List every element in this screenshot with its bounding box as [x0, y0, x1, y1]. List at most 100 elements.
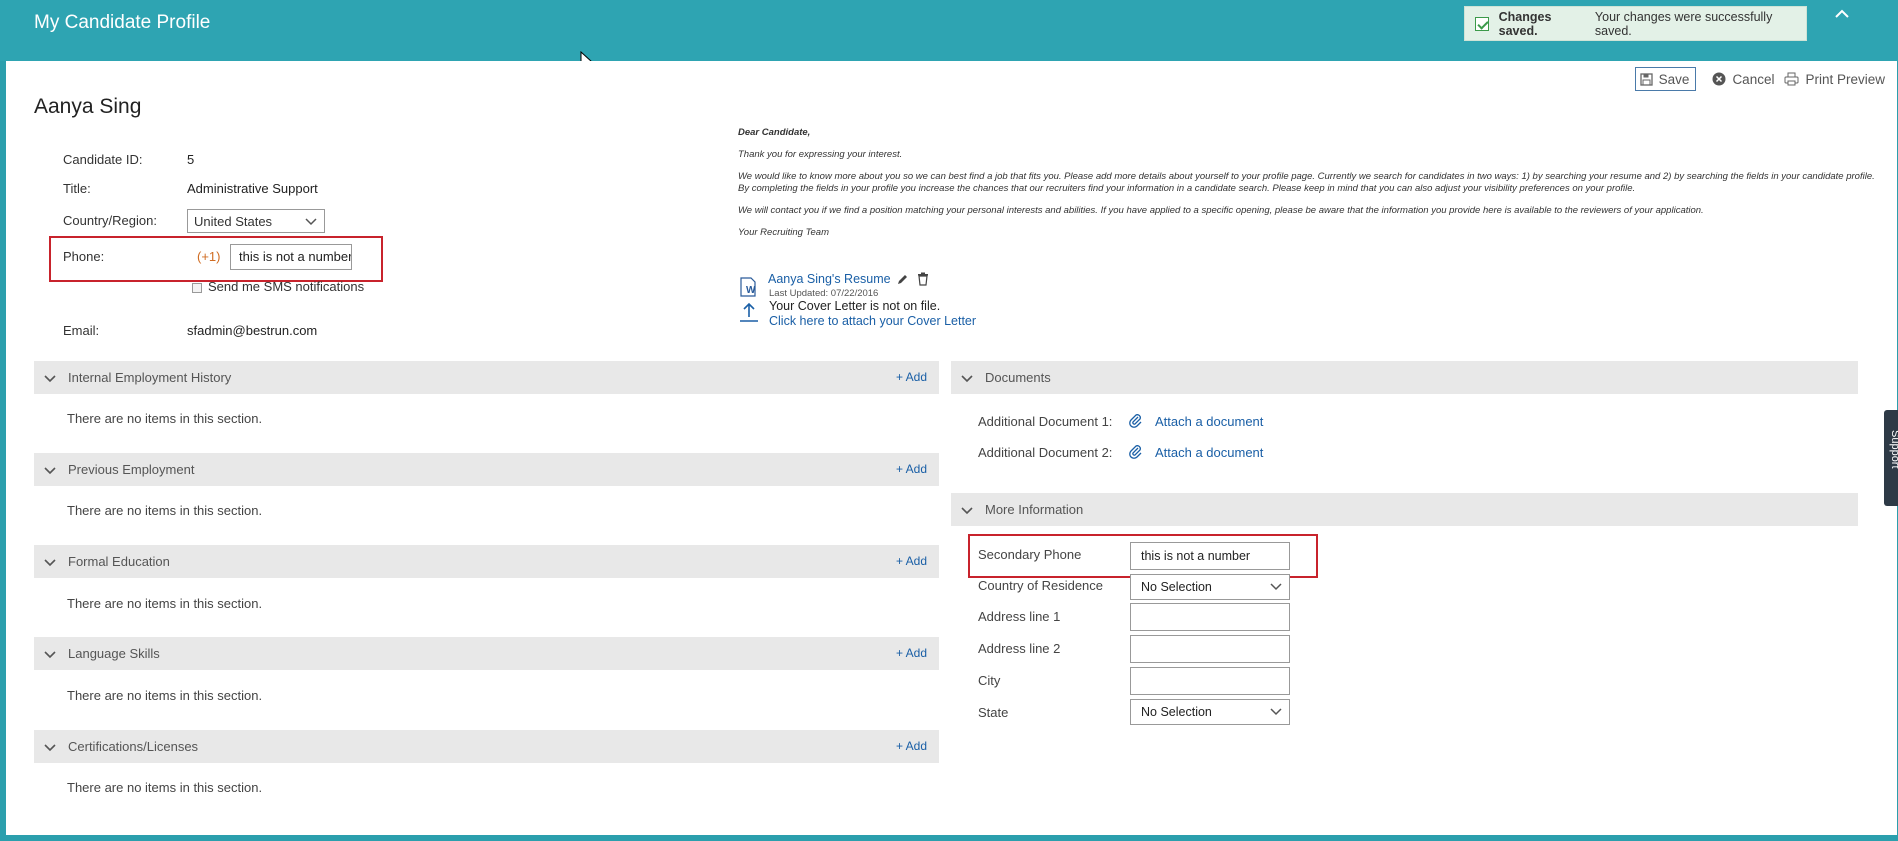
- success-toast: Changes saved. Your changes were success…: [1464, 6, 1807, 41]
- toast-text: Your changes were successfully saved.: [1594, 9, 1773, 38]
- upload-icon: [740, 302, 758, 322]
- section-title: Formal Education: [68, 554, 170, 569]
- title-label: Title:: [63, 181, 91, 196]
- country-label: Country/Region:: [63, 213, 157, 228]
- section-previous-employment-header[interactable]: Previous Employment + Add: [34, 453, 939, 486]
- checkbox-checked-icon: [1475, 16, 1489, 31]
- action-toolbar: Save Cancel Print Preview: [1634, 67, 1885, 91]
- chevron-down-icon: [961, 506, 973, 514]
- print-preview-label: Print Preview: [1805, 71, 1885, 87]
- attach-cover-letter-link[interactable]: Click here to attach your Cover Letter: [769, 314, 976, 328]
- chevron-up-icon[interactable]: [1832, 4, 1852, 24]
- candidate-id-value: 5: [187, 152, 195, 167]
- address-line-2-label: Address line 2: [978, 641, 1061, 656]
- chevron-down-icon: [44, 374, 56, 382]
- empty-message: There are no items in this section.: [67, 780, 263, 795]
- close-circle-icon: [1712, 72, 1726, 86]
- word-document-icon: W: [740, 277, 756, 297]
- save-label: Save: [1658, 71, 1690, 87]
- chevron-down-icon: [44, 466, 56, 474]
- city-input[interactable]: [1130, 667, 1290, 695]
- paperclip-icon: [1129, 414, 1142, 428]
- page-title: My Candidate Profile: [34, 12, 211, 33]
- support-label: Support: [1889, 430, 1898, 469]
- section-formal-education-header[interactable]: Formal Education + Add: [34, 545, 939, 578]
- save-button[interactable]: Save: [1634, 67, 1697, 91]
- email-value: sfadmin@bestrun.com: [187, 323, 318, 338]
- phone-country-code: (+1): [197, 249, 221, 264]
- candidate-id-label: Candidate ID:: [63, 152, 143, 167]
- chevron-down-icon: [44, 558, 56, 566]
- phone-label: Phone:: [63, 249, 105, 264]
- welcome-letter: Dear Candidate, Thank you for expressing…: [738, 127, 1888, 239]
- section-internal-employment-header[interactable]: Internal Employment History + Add: [34, 361, 939, 394]
- chevron-down-icon: [44, 650, 56, 658]
- section-certifications-header[interactable]: Certifications/Licenses + Add: [34, 730, 939, 763]
- add-certifications-button[interactable]: + Add: [896, 739, 927, 753]
- additional-document-1-label: Additional Document 1:: [978, 414, 1113, 429]
- paperclip-icon: [1129, 445, 1142, 459]
- section-title: Previous Employment: [68, 462, 195, 477]
- empty-message: There are no items in this section.: [67, 411, 263, 426]
- toast-bold-text: Changes saved.: [1498, 9, 1552, 38]
- country-of-residence-value: No Selection: [1141, 580, 1212, 594]
- state-value: No Selection: [1141, 705, 1212, 719]
- cancel-label: Cancel: [1732, 71, 1775, 87]
- section-title: More Information: [985, 502, 1084, 517]
- country-of-residence-select[interactable]: No Selection: [1130, 574, 1290, 600]
- print-preview-button[interactable]: Print Preview: [1784, 72, 1885, 87]
- country-value: United States: [194, 214, 273, 229]
- phone-input[interactable]: this is not a number: [230, 244, 352, 270]
- letter-greeting: Dear Candidate,: [738, 127, 811, 138]
- email-label: Email:: [63, 323, 100, 338]
- address-line-2-input[interactable]: [1130, 635, 1290, 663]
- attach-document-1-link[interactable]: Attach a document: [1155, 414, 1263, 429]
- secondary-phone-label: Secondary Phone: [978, 547, 1082, 562]
- city-label: City: [978, 673, 1001, 688]
- letter-paragraph-3: We will contact you if we find a positio…: [738, 205, 1704, 216]
- empty-message: There are no items in this section.: [67, 503, 263, 518]
- cancel-button[interactable]: Cancel: [1712, 72, 1774, 87]
- section-title: Language Skills: [68, 646, 160, 661]
- attach-document-2-link[interactable]: Attach a document: [1155, 445, 1263, 460]
- chevron-down-icon: [44, 743, 56, 751]
- section-language-skills-header[interactable]: Language Skills + Add: [34, 637, 939, 670]
- section-title: Internal Employment History: [68, 370, 232, 385]
- svg-text:W: W: [746, 285, 756, 296]
- add-language-skills-button[interactable]: + Add: [896, 646, 927, 660]
- country-select[interactable]: United States: [187, 209, 325, 233]
- title-value: Administrative Support: [187, 181, 318, 196]
- state-select[interactable]: No Selection: [1130, 699, 1290, 725]
- cover-letter-status: Your Cover Letter is not on file.: [769, 299, 941, 313]
- candidate-name: Aanya Sing: [34, 95, 142, 118]
- profile-panel: Save Cancel Print Preview Aanya Sing Can…: [6, 61, 1897, 835]
- chevron-down-icon: [1270, 708, 1282, 716]
- empty-message: There are no items in this section.: [67, 688, 263, 703]
- chevron-down-icon: [1270, 583, 1282, 591]
- sms-checkbox[interactable]: [192, 283, 202, 293]
- trash-icon[interactable]: [917, 272, 929, 286]
- additional-document-2-label: Additional Document 2:: [978, 445, 1113, 460]
- section-title: Documents: [985, 370, 1051, 385]
- add-internal-employment-button[interactable]: + Add: [896, 370, 927, 384]
- resume-updated: Last Updated: 07/22/2016: [769, 288, 879, 299]
- address-line-1-label: Address line 1: [978, 609, 1061, 624]
- section-title: Certifications/Licenses: [68, 739, 199, 754]
- pencil-icon[interactable]: [896, 273, 909, 286]
- printer-icon: [1784, 72, 1799, 86]
- chevron-down-icon: [305, 218, 317, 226]
- letter-paragraph-1: Thank you for expressing your interest.: [738, 149, 903, 160]
- add-previous-employment-button[interactable]: + Add: [896, 462, 927, 476]
- sms-label: Send me SMS notifications: [208, 279, 365, 294]
- letter-signoff: Your Recruiting Team: [738, 227, 830, 238]
- address-line-1-input[interactable]: [1130, 603, 1290, 631]
- section-documents-header[interactable]: Documents: [951, 361, 1858, 394]
- top-header-bar: My Candidate Profile Changes saved. Your…: [0, 0, 1898, 61]
- secondary-phone-input[interactable]: this is not a number: [1130, 542, 1290, 570]
- state-label: State: [978, 705, 1009, 720]
- resume-link[interactable]: Aanya Sing's Resume: [768, 272, 891, 286]
- letter-paragraph-2: We would like to know more about you so …: [738, 171, 1875, 194]
- support-tab[interactable]: Support: [1884, 410, 1898, 506]
- add-formal-education-button[interactable]: + Add: [896, 554, 927, 568]
- section-more-information-header[interactable]: More Information: [951, 493, 1858, 526]
